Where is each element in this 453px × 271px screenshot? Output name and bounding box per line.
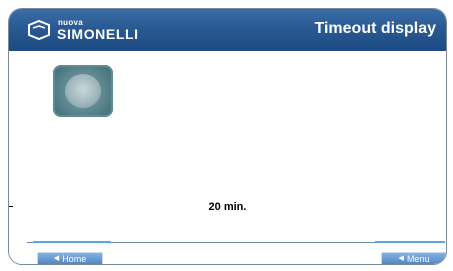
home-button[interactable]: ◀ Home	[37, 252, 103, 264]
simonelli-logo-icon	[28, 19, 50, 41]
menu-button-label: Menu	[406, 254, 430, 264]
brand-name: SIMONELLI	[57, 26, 139, 42]
footer-accent-left	[33, 241, 111, 243]
brand-text: nuova SIMONELLI	[57, 19, 139, 42]
footer-accent-right	[375, 241, 445, 243]
timeout-display-icon	[53, 65, 113, 117]
brand-logo: nuova SIMONELLI	[27, 17, 139, 43]
screen-frame: nuova SIMONELLI Timeout display 20 min. …	[8, 8, 447, 265]
menu-button[interactable]: ◀ Menu	[381, 252, 446, 264]
page-title: Timeout display	[314, 20, 436, 37]
menu-arrow-icon: ◀	[398, 255, 404, 262]
header-bar: nuova SIMONELLI Timeout display	[9, 9, 446, 51]
content-area: 20 min.	[9, 51, 446, 264]
home-button-label: Home	[62, 254, 87, 264]
display-disc-icon	[65, 74, 101, 108]
home-arrow-icon: ◀	[53, 255, 60, 262]
timeout-value[interactable]: 20 min.	[9, 201, 446, 213]
